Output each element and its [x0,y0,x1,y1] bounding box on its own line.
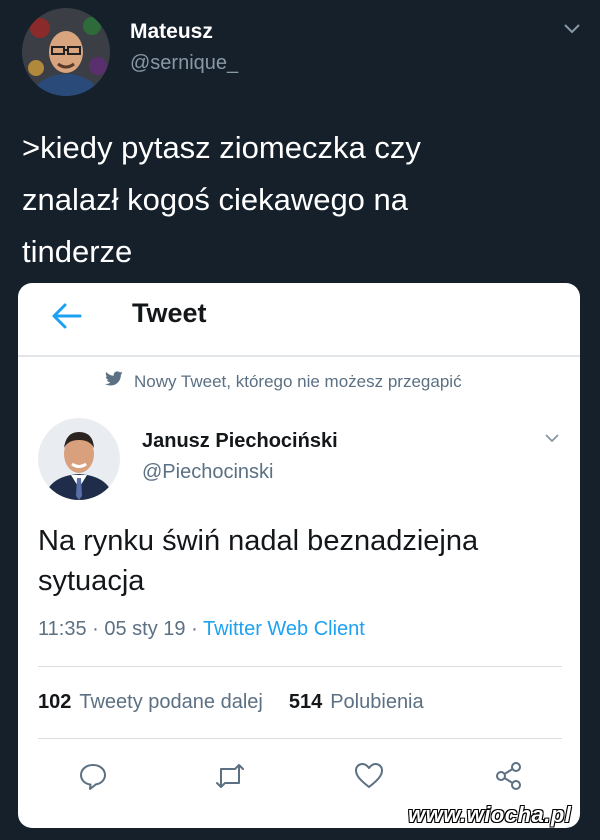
embedded-tweet-card: Tweet Nowy Tweet, którego nie możesz prz… [18,283,580,828]
inner-text-line: sytuacja [38,565,145,597]
outer-author-handle[interactable]: @sernique_ [130,52,238,75]
inner-tweet-text: Na rynku świń nadal beznadziejna sytuacj… [38,521,568,601]
divider [38,738,562,739]
retweets-label[interactable]: Tweety podane dalej [79,691,262,714]
like-icon[interactable] [354,761,384,794]
tweet-time: 11:35 [38,618,87,640]
tweet-meta: 11:35 · 05 sty 19 · Twitter Web Client [38,618,365,641]
outer-avatar[interactable] [22,8,110,96]
twitter-bird-icon [104,371,124,392]
back-arrow-icon[interactable] [50,301,84,336]
meta-separator: · [191,618,203,640]
retweet-icon[interactable] [214,761,246,796]
share-icon[interactable] [494,761,524,796]
chevron-down-icon[interactable] [562,22,582,41]
outer-text-line: znalazł kogoś ciekawego na [22,182,409,217]
likes-count[interactable]: 514 [289,691,322,714]
tweet-client-link[interactable]: Twitter Web Client [203,618,365,640]
outer-tweet-text: >kiedy pytasz ziomeczka czy znalazł kogo… [22,122,582,278]
inner-author-name[interactable]: Janusz Piechociński [142,430,338,453]
outer-text-line: >kiedy pytasz ziomeczka czy [22,130,421,165]
retweets-count[interactable]: 102 [38,691,71,714]
inner-author-handle[interactable]: @Piechocinski [142,461,273,484]
promoted-label: Nowy Tweet, którego nie możesz przegapić [134,371,462,391]
inner-avatar[interactable] [38,418,120,500]
inner-text-line: Na rynku świń nadal beznadziejna [38,525,479,557]
outer-text-line: tinderze [22,234,133,269]
divider [38,666,562,667]
promoted-row: Nowy Tweet, którego nie możesz przegapić [104,371,462,392]
chevron-down-icon[interactable] [543,431,561,449]
card-header: Tweet [18,283,580,357]
tweet-date: 05 sty 19 [104,618,186,640]
likes-label[interactable]: Polubienia [330,691,423,714]
meta-separator: · [92,618,105,640]
card-header-title: Tweet [132,298,207,328]
stats-row: 102 Tweety podane dalej 514 Polubienia [38,691,424,714]
reply-icon[interactable] [78,761,108,796]
outer-author-name[interactable]: Mateusz [130,20,213,44]
watermark: www.wiocha.pl [408,802,572,827]
